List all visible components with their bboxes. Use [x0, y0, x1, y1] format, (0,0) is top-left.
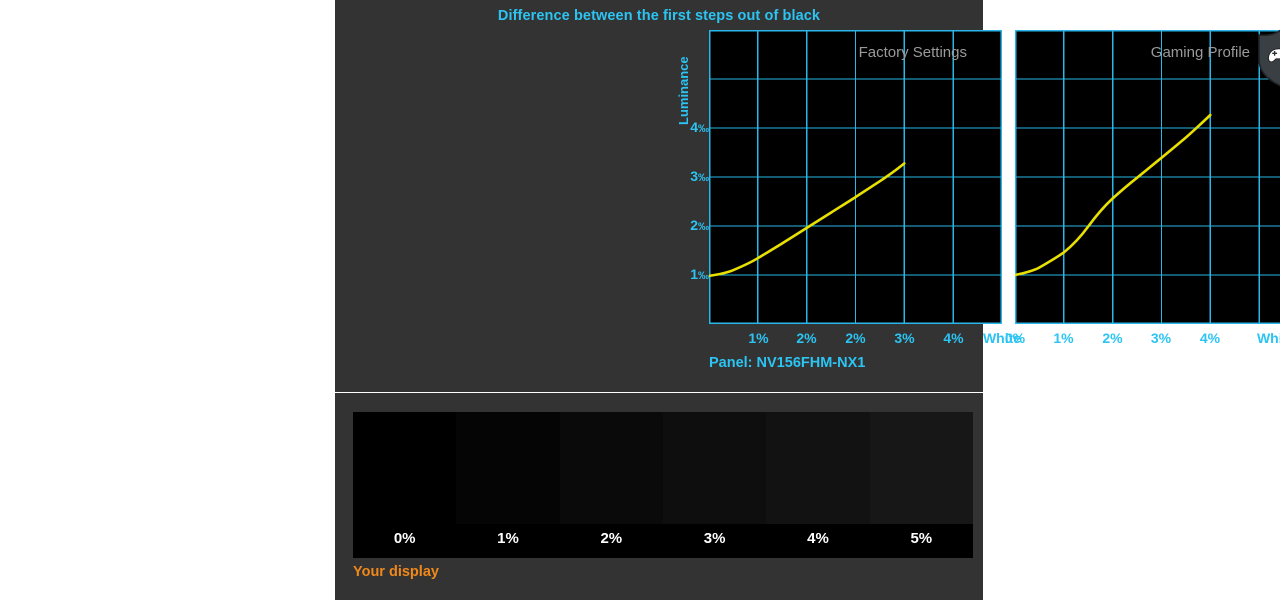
gamepad-shield-icon	[1256, 29, 1280, 87]
gradient-label-row: 0% 1% 2% 3% 4% 5%	[353, 524, 973, 558]
left-x-tick-3: 3%	[894, 330, 915, 346]
y-axis-label: Luminance	[676, 56, 691, 125]
left-chart-caption: Factory Settings	[858, 44, 967, 61]
panel-model-label: Panel: NV156FHM-NX1	[709, 355, 866, 371]
left-x-tick-2: 2%	[845, 330, 866, 346]
right-x-tick-0: 0%	[1004, 330, 1026, 346]
gradient-panel: 0% 1% 2% 3% 4% 5% Your display	[335, 393, 983, 600]
right-x-tick-4: 4%	[1199, 330, 1221, 346]
gradient-step-4	[766, 412, 870, 524]
left-plot-area	[709, 30, 1002, 324]
right-x-tick-2: 2%	[1102, 330, 1123, 346]
right-plot-svg	[1015, 30, 1280, 324]
left-x-tick-2pct: 2%	[796, 330, 817, 346]
gradient-step-3	[662, 412, 767, 524]
gradient-label-5: 5%	[910, 530, 933, 547]
y-tick-4: 4‰	[690, 119, 709, 135]
gradient-label-0: 0%	[393, 530, 416, 547]
y-tick-2: 2‰	[690, 217, 709, 233]
gradient-step-0	[353, 412, 457, 524]
left-plot-svg	[709, 30, 1002, 324]
gradient-step-row	[353, 412, 973, 524]
right-x-tick-3: 3%	[1150, 330, 1172, 346]
gradient-label-4: 4%	[807, 530, 829, 547]
left-x-tick-1: 1%	[748, 330, 769, 346]
gradient-label-1: 1%	[497, 530, 519, 547]
y-tick-1: 1‰	[690, 266, 709, 282]
chart-panel: Difference between the first steps out o…	[335, 0, 1280, 392]
gradient-label-2: 2%	[600, 530, 623, 547]
page-title: Difference between the first steps out o…	[497, 8, 821, 24]
right-x-tick-white: White	[1256, 330, 1280, 346]
y-tick-3: 3‰	[690, 168, 709, 184]
gamepad-shield-svg	[1258, 29, 1280, 87]
your-display-label: Your display	[353, 564, 439, 580]
gradient-step-2	[559, 412, 663, 524]
right-x-tick-1: 1%	[1053, 330, 1074, 346]
gradient-step-5	[869, 412, 973, 524]
gradient-step-1	[456, 412, 560, 524]
black-level-gradient-strip: 0% 1% 2% 3% 4% 5%	[353, 412, 973, 558]
gradient-label-3: 3%	[703, 530, 726, 547]
screenshot-root: Difference between the first steps out o…	[0, 0, 1280, 600]
right-chart-caption: Gaming Profile	[1150, 44, 1250, 61]
right-plot-area	[1015, 30, 1280, 324]
left-x-tick-4: 4%	[943, 330, 964, 346]
